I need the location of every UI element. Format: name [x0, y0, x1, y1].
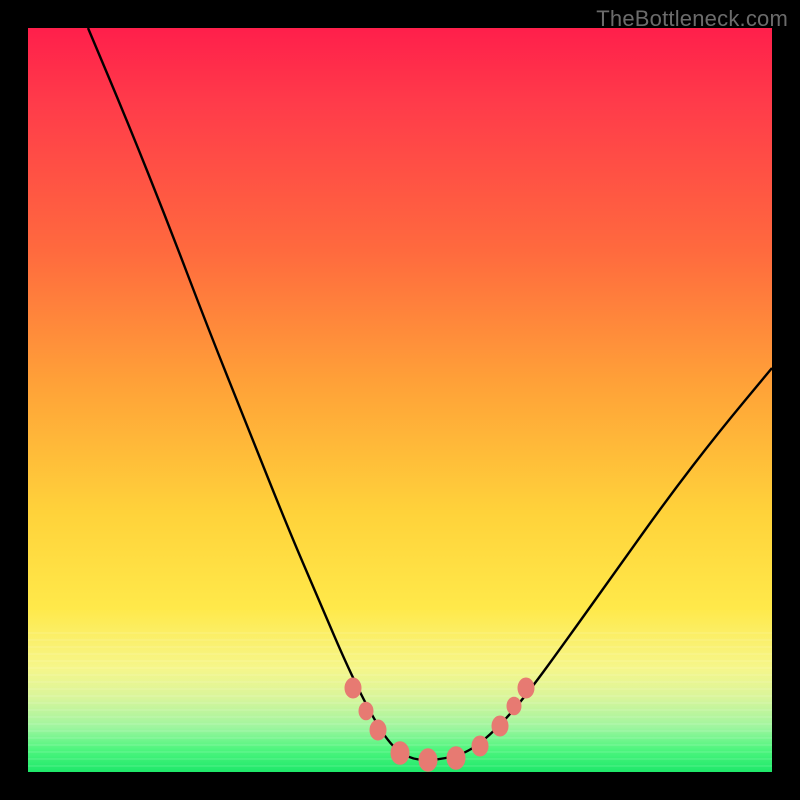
trough-marker [345, 678, 361, 698]
trough-marker [370, 720, 386, 740]
trough-markers [345, 678, 534, 771]
curve-layer [28, 28, 772, 772]
trough-marker [359, 702, 373, 720]
trough-marker [391, 742, 409, 765]
trough-marker [419, 749, 437, 772]
trough-marker [472, 736, 488, 756]
trough-marker [507, 697, 521, 715]
outer-frame: TheBottleneck.com [0, 0, 800, 800]
trough-marker [492, 716, 508, 736]
trough-marker [447, 747, 465, 770]
bottleneck-curve [88, 28, 772, 760]
trough-marker [518, 678, 534, 698]
